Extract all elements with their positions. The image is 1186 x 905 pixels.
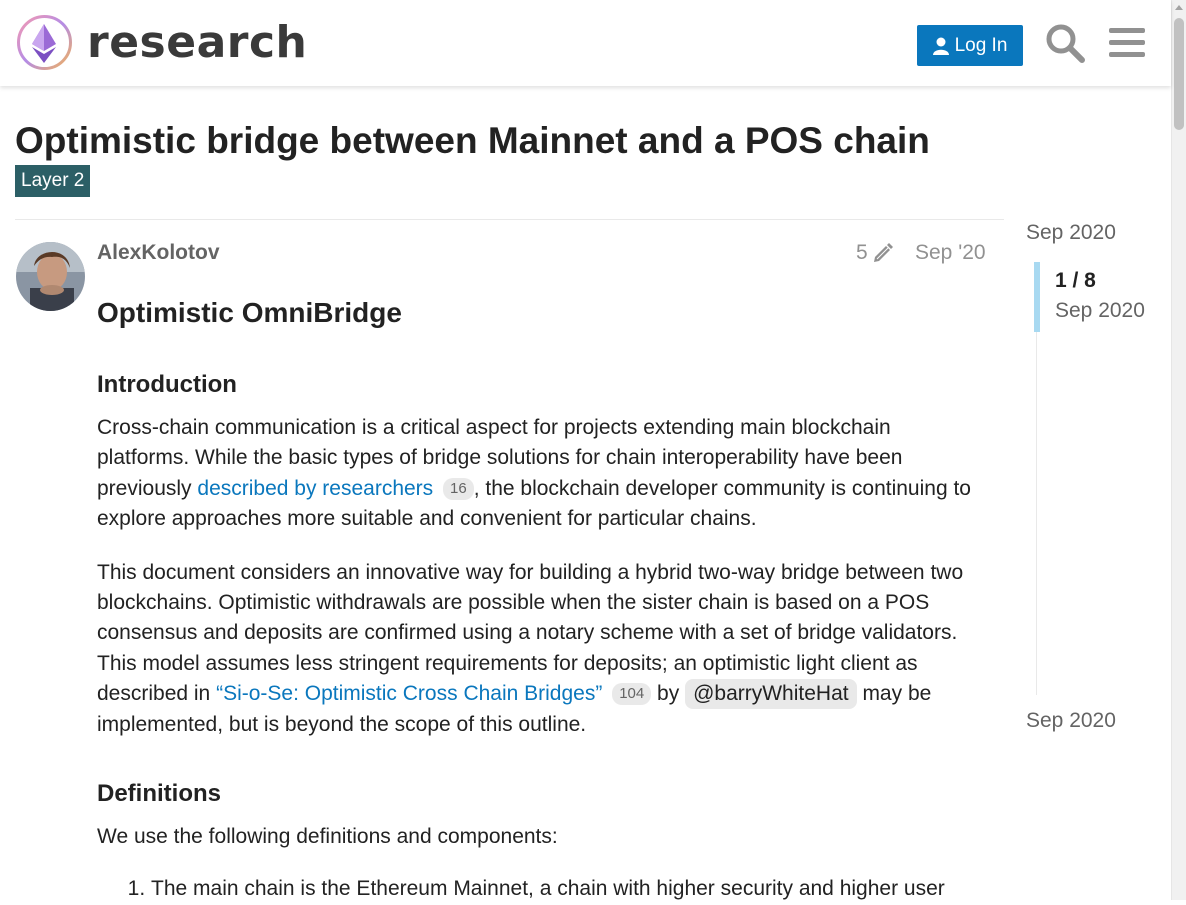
link-click-count: 104 [612,683,652,706]
post-heading: Optimistic OmniBridge [97,297,402,328]
edit-history[interactable]: 5 [856,240,894,266]
timeline-handle[interactable] [1034,262,1040,332]
post-date[interactable]: Sep '20 [915,240,986,266]
search-icon[interactable] [1044,22,1086,64]
text-span: by [651,682,686,706]
avatar[interactable] [16,242,85,311]
link-described-by-researchers[interactable]: described by researchers [197,477,433,500]
timeline-end-date[interactable]: Sep 2020 [1026,708,1116,734]
paragraph-intro: Cross-chain communication is a critical … [97,413,987,535]
section-heading-introduction: Introduction [97,371,237,398]
definitions-list: The main chain is the Ethereum Mainnet, … [97,874,987,904]
section-heading-definitions: Definitions [97,780,221,808]
post-username[interactable]: AlexKolotov [97,240,220,266]
pencil-icon [873,243,893,262]
link-click-count: 16 [443,477,474,500]
category-badge[interactable]: Layer 2 [15,165,91,197]
avatar-image [16,242,85,311]
logo-icon [17,15,72,70]
divider [15,219,1004,220]
list-item: The main chain is the Ethereum Mainnet, … [151,874,987,904]
link-si-o-se[interactable]: “Si-o-Se: Optimistic Cross Chain Bridges… [216,682,602,705]
site-header: research Log In [0,0,1171,86]
edit-count: 5 [856,241,868,264]
timeline-position-date: Sep 2020 [1055,299,1145,322]
paragraph-definitions: We use the following definitions and com… [97,825,558,849]
user-mention[interactable]: @barryWhiteHat [685,679,857,710]
page-scrollbar[interactable] [1171,0,1186,900]
timeline-position: 1 / 8 [1055,269,1096,292]
user-icon [932,37,949,55]
topic-title[interactable]: Optimistic bridge between Mainnet and a … [15,118,930,164]
hamburger-menu-icon[interactable] [1106,22,1148,64]
timeline-start-date[interactable]: Sep 2020 [1026,220,1116,246]
login-label: Log In [954,34,1008,56]
post-content: Optimistic OmniBridge Introduction Cross… [97,290,987,905]
paragraph-overview: This document considers an innovative wa… [97,558,987,740]
scroll-thumb[interactable] [1174,18,1184,130]
site-name: research [87,16,308,68]
site-logo[interactable]: research [16,14,307,71]
scroll-up-arrow[interactable] [1175,5,1183,10]
login-button[interactable]: Log In [917,25,1023,66]
